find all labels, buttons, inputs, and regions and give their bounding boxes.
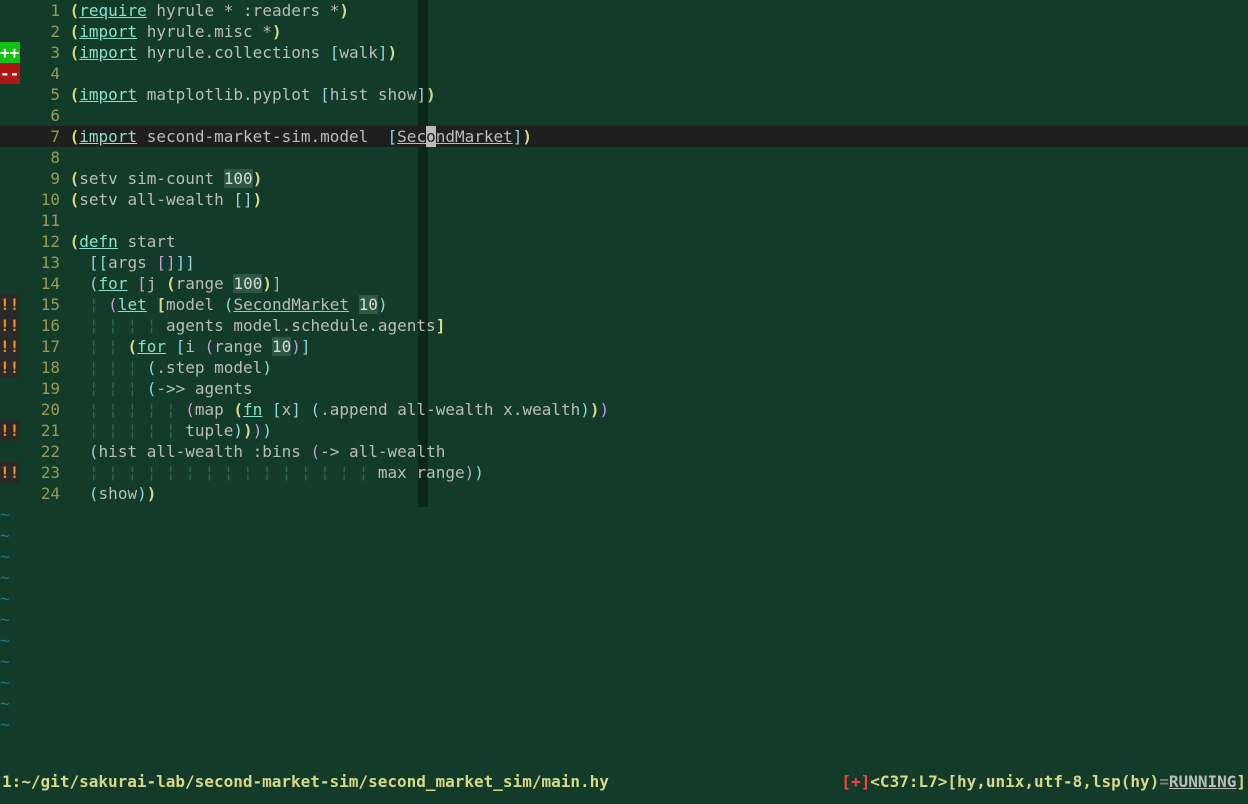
sign-column — [0, 0, 20, 21]
sign-warning: !! — [0, 462, 20, 483]
empty-line-tilde: ~ — [0, 651, 1248, 672]
status-right: [+]<C37:L7>[hy,unix,utf-8,lsp(hy)=RUNNIN… — [841, 771, 1246, 792]
empty-line-tilde: ~ — [0, 588, 1248, 609]
sign-column — [0, 189, 20, 210]
line-number: 9 — [20, 168, 60, 189]
code-line[interactable]: 6 — [0, 105, 1248, 126]
line-number: 11 — [20, 210, 60, 231]
empty-line-tilde: ~ — [0, 546, 1248, 567]
cursor: o — [426, 126, 436, 147]
empty-line-tilde: ~ — [0, 630, 1248, 651]
editor-window: 1 (require hyrule * :readers *) 2 (impor… — [0, 0, 1248, 804]
line-number: 6 — [20, 105, 60, 126]
line-number: 10 — [20, 189, 60, 210]
sign-removed: -- — [0, 63, 20, 84]
code-line[interactable]: 2 (import hyrule.misc *) — [0, 21, 1248, 42]
line-number: 17 — [20, 336, 60, 357]
sign-column — [0, 273, 20, 294]
sign-column — [0, 168, 20, 189]
empty-line-tilde: ~ — [0, 504, 1248, 525]
sign-column — [0, 252, 20, 273]
sign-column — [0, 84, 20, 105]
code-line[interactable]: 22 (hist all-wealth :bins (-> all-wealth — [0, 441, 1248, 462]
line-number: 5 — [20, 84, 60, 105]
line-number: 14 — [20, 273, 60, 294]
sign-warning: !! — [0, 294, 20, 315]
line-number: 19 — [20, 378, 60, 399]
code-line[interactable]: 10 (setv all-wealth []) — [0, 189, 1248, 210]
code-line[interactable]: -- 4 — [0, 63, 1248, 84]
empty-line-tilde: ~ — [0, 672, 1248, 693]
line-number: 1 — [20, 0, 60, 21]
line-number: 20 — [20, 399, 60, 420]
sign-column — [0, 483, 20, 504]
sign-warning: !! — [0, 420, 20, 441]
code-line[interactable]: 12 (defn start — [0, 231, 1248, 252]
line-number: 18 — [20, 357, 60, 378]
code-line[interactable]: !! 18 ¦ ¦ ¦ (.step model) — [0, 357, 1248, 378]
empty-line-tilde: ~ — [0, 609, 1248, 630]
status-left: 1:~/git/sakurai-lab/second-market-sim/se… — [2, 771, 609, 792]
line-number: 3 — [20, 42, 60, 63]
empty-line-tilde: ~ — [0, 525, 1248, 546]
sign-column — [0, 441, 20, 462]
code-line[interactable]: 5 (import matplotlib.pyplot [hist show]) — [0, 84, 1248, 105]
empty-line-tilde: ~ — [0, 714, 1248, 735]
status-line: 1:~/git/sakurai-lab/second-market-sim/se… — [0, 771, 1248, 792]
sign-column — [0, 126, 20, 147]
code-line[interactable]: 24 (show)) — [0, 483, 1248, 504]
line-number: 4 — [20, 63, 60, 84]
sign-column — [0, 210, 20, 231]
sign-column — [0, 378, 20, 399]
empty-line-tilde: ~ — [0, 693, 1248, 714]
line-number: 13 — [20, 252, 60, 273]
lsp-status: RUNNING — [1169, 772, 1236, 791]
line-number: 23 — [20, 462, 60, 483]
code-line[interactable]: !! 21 ¦ ¦ ¦ ¦ ¦ tuple)))) — [0, 420, 1248, 441]
sign-column — [0, 105, 20, 126]
sign-warning: !! — [0, 357, 20, 378]
code-line[interactable]: 9 (setv sim-count 100) — [0, 168, 1248, 189]
line-number: 12 — [20, 231, 60, 252]
line-number: 22 — [20, 441, 60, 462]
code-line[interactable]: !! 15 ¦ (let [model (SecondMarket 10) — [0, 294, 1248, 315]
line-number: 21 — [20, 420, 60, 441]
code-line[interactable]: 11 — [0, 210, 1248, 231]
line-number: 8 — [20, 147, 60, 168]
line-number: 16 — [20, 315, 60, 336]
line-number: 7 — [20, 126, 60, 147]
code-line[interactable]: ++ 3 (import hyrule.collections [walk]) — [0, 42, 1248, 63]
empty-line-tilde: ~ — [0, 567, 1248, 588]
sign-column — [0, 147, 20, 168]
code-line[interactable]: !! 17 ¦ ¦ (for [i (range 10)] — [0, 336, 1248, 357]
line-number: 15 — [20, 294, 60, 315]
code-line[interactable]: 8 — [0, 147, 1248, 168]
modified-indicator: [+] — [841, 772, 870, 791]
code-line[interactable]: !! 23 ¦ ¦ ¦ ¦ ¦ ¦ ¦ ¦ ¦ ¦ ¦ ¦ ¦ ¦ ¦ max … — [0, 462, 1248, 483]
sign-column — [0, 231, 20, 252]
sign-added: ++ — [0, 42, 20, 63]
code-area[interactable]: 1 (require hyrule * :readers *) 2 (impor… — [0, 0, 1248, 735]
code-line[interactable]: 19 ¦ ¦ ¦ (->> agents — [0, 378, 1248, 399]
line-number: 2 — [20, 21, 60, 42]
code-line[interactable]: 20 ¦ ¦ ¦ ¦ ¦ (map (fn [x] (.append all-w… — [0, 399, 1248, 420]
sign-column — [0, 21, 20, 42]
code-line[interactable]: 13 [[args []]] — [0, 252, 1248, 273]
sign-warning: !! — [0, 315, 20, 336]
code-line[interactable]: 14 (for [j (range 100)] — [0, 273, 1248, 294]
sign-warning: !! — [0, 336, 20, 357]
code-line[interactable]: !! 16 ¦ ¦ ¦ ¦ agents model.schedule.agen… — [0, 315, 1248, 336]
code-line-current[interactable]: 7 (import second-market-sim.model [Secon… — [0, 126, 1248, 147]
code-line[interactable]: 1 (require hyrule * :readers *) — [0, 0, 1248, 21]
line-number: 24 — [20, 483, 60, 504]
sign-column — [0, 399, 20, 420]
